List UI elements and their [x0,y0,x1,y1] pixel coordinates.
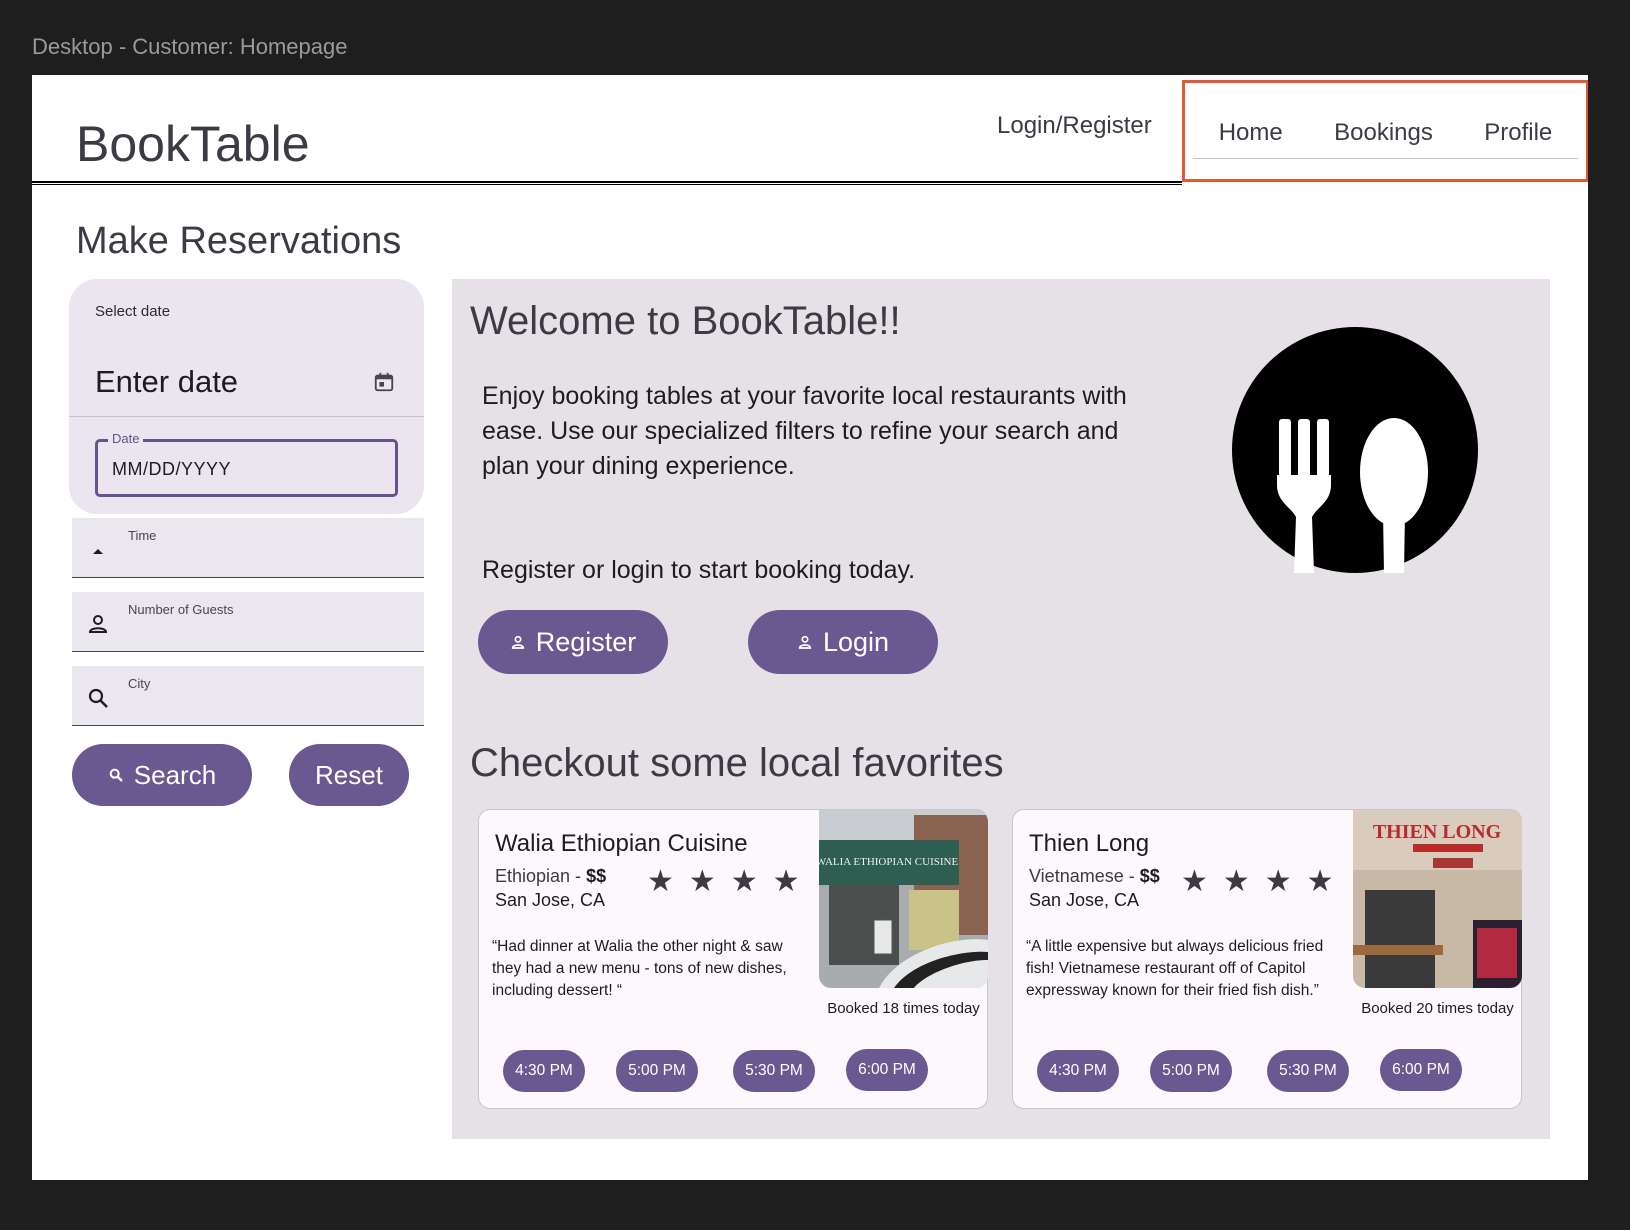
guests-label: Number of Guests [128,602,234,617]
person-icon [88,615,108,633]
time-slot-button[interactable]: 5:30 PM [733,1050,815,1092]
login-register-link[interactable]: Login/Register [997,112,1152,140]
restaurant-card[interactable]: Walia Ethiopian Cuisine Ethiopian - $$ S… [478,809,988,1109]
reservations-title: Make Reservations [76,220,402,262]
homepage-frame: BookTable Login/Register Home Bookings P… [32,75,1588,1180]
search-icon [109,768,123,782]
date-card-divider [69,416,424,417]
rating-stars: ★★★★ [647,865,815,898]
restaurant-name[interactable]: Walia Ethiopian Cuisine [495,830,748,858]
search-button[interactable]: Search [72,744,252,806]
welcome-title: Welcome to BookTable!! [470,299,901,343]
time-slot-button[interactable]: 5:00 PM [616,1050,698,1092]
restaurant-cuisine: Ethiopian - $$ [495,866,607,886]
restaurant-review: “Had dinner at Walia the other night & s… [492,938,787,999]
welcome-intro: Enjoy booking tables at your favorite lo… [482,382,1127,480]
welcome-panel: Welcome to BookTable!! Enjoy booking tab… [452,279,1550,1139]
booked-count: Booked 18 times today [827,1000,980,1017]
time-slot-button[interactable]: 4:30 PM [1037,1050,1119,1092]
select-date-label: Select date [95,303,171,320]
brand-logo-text[interactable]: BookTable [76,115,310,173]
city-label: City [128,676,151,691]
restaurant-photo: WALIA ETHIOPIAN CUISINE [819,810,988,988]
tab-profile[interactable]: Profile [1484,119,1552,147]
restaurant-name[interactable]: Thien Long [1029,830,1149,858]
restaurant-cuisine: Vietnamese - $$ [1029,866,1160,886]
register-button-label: Register [535,626,637,657]
favorites-title: Checkout some local favorites [470,741,1004,785]
date-picker-card: Select date Enter date Date MM/DD/YYYY [69,279,424,514]
search-button-label: Search [133,759,217,790]
fork-spoon-logo-icon [1232,327,1478,573]
restaurant-review: “A little expensive but always delicious… [1026,938,1324,999]
restaurant-price: $$ [586,866,607,886]
time-slot-button[interactable]: 5:00 PM [1150,1050,1232,1092]
date-field-label: Date [108,431,144,446]
restaurant-card[interactable]: Thien Long Vietnamese - $$ San Jose, CA … [1012,809,1522,1109]
person-icon [511,635,524,649]
reset-button[interactable]: Reset [289,744,409,806]
nav-highlight-box: Home Bookings Profile [1182,80,1588,182]
photo-sign-text: WALIA ETHIOPIAN CUISINE [819,856,958,868]
restaurant-photo: THIEN LONG [1353,810,1522,988]
time-slot-button[interactable]: 6:00 PM [846,1049,928,1091]
time-slot-button[interactable]: 4:30 PM [503,1050,585,1092]
photo-sign-text: THIEN LONG [1373,821,1502,843]
restaurant-location: San Jose, CA [495,890,606,910]
login-button-label: Login [822,626,890,657]
calendar-icon[interactable] [373,371,395,393]
reset-button-label: Reset [315,759,383,790]
restaurant-location: San Jose, CA [1029,890,1140,910]
rating-stars: ★★★★ [1181,865,1349,898]
booked-count: Booked 20 times today [1361,1000,1514,1017]
city-input[interactable]: City [72,666,424,726]
enter-date-headline: Enter date [95,364,239,399]
tab-home[interactable]: Home [1219,119,1283,147]
frame-label: Desktop - Customer: Homepage [32,34,348,59]
nav-tabs: Home Bookings Profile [1193,83,1578,159]
caret-up-icon[interactable] [86,538,110,562]
header-divider [32,181,1182,185]
time-select[interactable]: Time [72,518,424,578]
tab-bookings[interactable]: Bookings [1334,119,1433,147]
date-input-field[interactable]: Date MM/DD/YYYY [95,431,398,497]
person-icon [798,635,812,649]
search-icon [88,688,108,708]
time-slot-button[interactable]: 5:30 PM [1267,1050,1349,1092]
date-field-value: MM/DD/YYYY [112,459,232,479]
welcome-cta: Register or login to start booking today… [482,556,916,584]
login-button[interactable]: Login [748,610,938,674]
restaurant-price: $$ [1139,866,1160,886]
guests-input[interactable]: Number of Guests [72,592,424,652]
register-button[interactable]: Register [478,610,668,674]
time-label: Time [128,528,157,543]
time-slot-button[interactable]: 6:00 PM [1380,1049,1462,1091]
